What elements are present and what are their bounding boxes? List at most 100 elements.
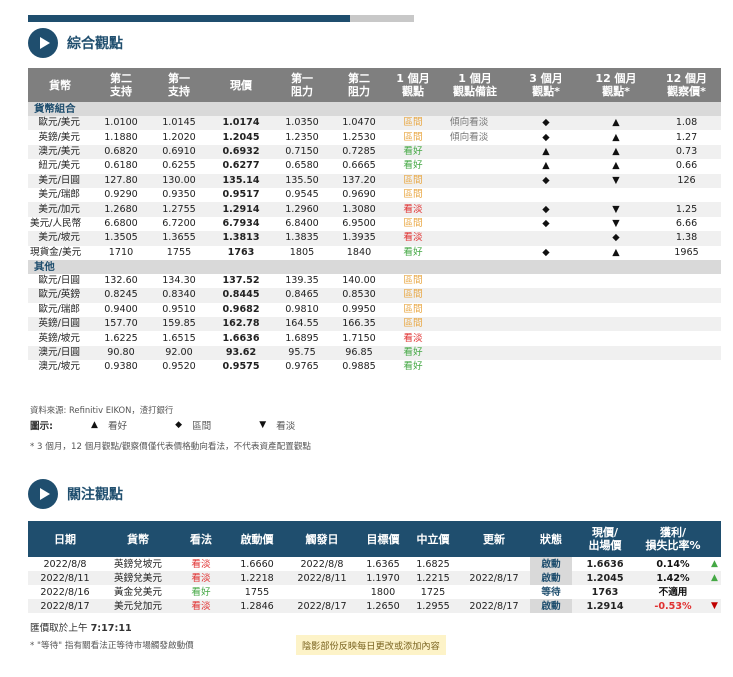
support-2: 157.70 (92, 317, 150, 332)
column-header: 更新 (458, 521, 530, 557)
view-1m: 看好 (388, 360, 438, 375)
target-price: 1.1970 (358, 571, 408, 585)
quote-time: 匯價取於上午 7:17:11 (30, 623, 132, 634)
currency-pair: 紐元/美元 (28, 159, 92, 174)
view-12m-icon: ▲ (580, 144, 652, 160)
currency-pair: 澳元/坡元 (28, 360, 92, 375)
date: 2022/8/11 (28, 571, 102, 585)
view-3m-icon: ◆ (512, 173, 580, 188)
target-12m (652, 302, 721, 318)
support-1: 92.00 (150, 345, 208, 361)
currency-pair: 歐元/美元 (28, 116, 92, 131)
column-header: 貨幣 (28, 68, 92, 102)
spot-price: 0.8445 (208, 288, 274, 303)
target-12m (652, 317, 721, 332)
target-12m (652, 331, 721, 346)
up-triangle-icon: ▲ (91, 420, 98, 430)
resistance-1: 1.0350 (274, 116, 330, 131)
currency-pair: 英鎊/美元 (28, 130, 92, 145)
legend-range: ◆ 區間 (175, 420, 212, 432)
legend: 圖示: ▲ 看好 ◆ 區間 ▼ 看淡 (30, 418, 343, 432)
profit-loss: -0.53% (638, 599, 708, 613)
column-header: 1 個月 觀點 (388, 68, 438, 102)
view-3m-icon (512, 331, 580, 346)
view-3m-icon: ◆ (512, 216, 580, 232)
trigger-date: 2022/8/8 (286, 557, 358, 571)
view-3m-icon (512, 302, 580, 318)
resistance-2: 96.85 (330, 345, 388, 361)
view-12m-icon: ▼ (580, 202, 652, 217)
target-12m: 1.38 (652, 231, 721, 246)
current-price: 1.2045 (572, 571, 638, 585)
support-1: 1.0145 (150, 116, 208, 131)
resistance-2: 1.0470 (330, 116, 388, 131)
play-icon (28, 28, 58, 58)
view-12m-icon: ▼ (580, 216, 652, 232)
section-title: 關注觀點 (67, 487, 123, 503)
status: 等待 (530, 585, 572, 599)
view-1m-note (438, 302, 512, 318)
spot-price: 137.52 (208, 273, 274, 289)
view-3m-icon (512, 231, 580, 246)
view-12m-icon (580, 187, 652, 203)
support-2: 1.3505 (92, 231, 150, 246)
column-header (708, 521, 721, 557)
currency-pair: 歐元/英鎊 (28, 288, 92, 303)
view-1m-note: 傾向看淡 (438, 116, 512, 131)
view-12m-icon: ▲ (580, 130, 652, 145)
status: 啟動 (530, 599, 572, 613)
target-price: 1800 (358, 585, 408, 599)
table-row: 美元/坡元 1.3505 1.3655 1.3813 1.3835 1.3935 看淡 ◆ 1.… (28, 231, 721, 246)
support-2: 1.1880 (92, 130, 150, 145)
view-1m: 看淡 (388, 231, 438, 246)
current-price: 1.6636 (572, 557, 638, 571)
view-3m-icon: ◆ (512, 202, 580, 217)
table-row: 美元/人民幣 6.6800 6.7200 6.7934 6.8400 6.9500 區間 ◆ ▼… (28, 216, 721, 232)
column-header: 現價 (208, 68, 274, 102)
current-price: 1763 (572, 585, 638, 599)
support-2: 127.80 (92, 173, 150, 188)
support-1: 1.2755 (150, 202, 208, 217)
resistance-2: 166.35 (330, 317, 388, 332)
target-12m (652, 187, 721, 203)
support-1: 159.85 (150, 317, 208, 332)
update-date (458, 585, 530, 599)
group-row: 貨幣組合 (28, 102, 721, 116)
currency: 黃金兌美元 (102, 585, 174, 599)
down-arrow-icon: ▼ (708, 599, 721, 613)
view-1m-note (438, 317, 512, 332)
column-header: 第一 阻力 (274, 68, 330, 102)
column-header: 中立價 (408, 521, 458, 557)
view-1m-note (438, 144, 512, 160)
column-header: 狀態 (530, 521, 572, 557)
view-1m: 區間 (388, 216, 438, 232)
date: 2022/8/16 (28, 585, 102, 599)
currency-pair: 英鎊/坡元 (28, 331, 92, 346)
support-2: 90.80 (92, 345, 150, 361)
table-row: 現貨金/美元 1710 1755 1763 1805 1840 看好 ◆ ▲ 1965 (28, 245, 721, 260)
support-2: 0.8245 (92, 288, 150, 303)
resistance-1: 0.7150 (274, 144, 330, 160)
target-12m: 126 (652, 173, 721, 188)
resistance-1: 95.75 (274, 345, 330, 361)
profit-loss: 0.14% (638, 557, 708, 571)
group-label: 貨幣組合 (28, 102, 721, 116)
target-12m (652, 273, 721, 289)
table-row: 澳元/美元 0.6820 0.6910 0.6932 0.7150 0.7285 看好 ▲ ▲ 0… (28, 144, 721, 160)
view-1m: 區間 (388, 173, 438, 188)
play-icon (28, 479, 58, 509)
column-header: 獲利/損失比率% (638, 521, 708, 557)
support-2: 0.6180 (92, 159, 150, 174)
resistance-1: 1.2350 (274, 130, 330, 145)
spot-price: 1763 (208, 245, 274, 260)
spot-price: 1.2045 (208, 130, 274, 145)
legend-title: 圖示: (30, 421, 54, 432)
date: 2022/8/17 (28, 599, 102, 613)
support-2: 0.9380 (92, 360, 150, 375)
target-price: 1.2650 (358, 599, 408, 613)
currency-pair: 澳元/日圓 (28, 345, 92, 361)
view-12m-icon (580, 302, 652, 318)
spot-price: 1.2914 (208, 202, 274, 217)
resistance-1: 1.6895 (274, 331, 330, 346)
neutral-price: 1.6825 (408, 557, 458, 571)
